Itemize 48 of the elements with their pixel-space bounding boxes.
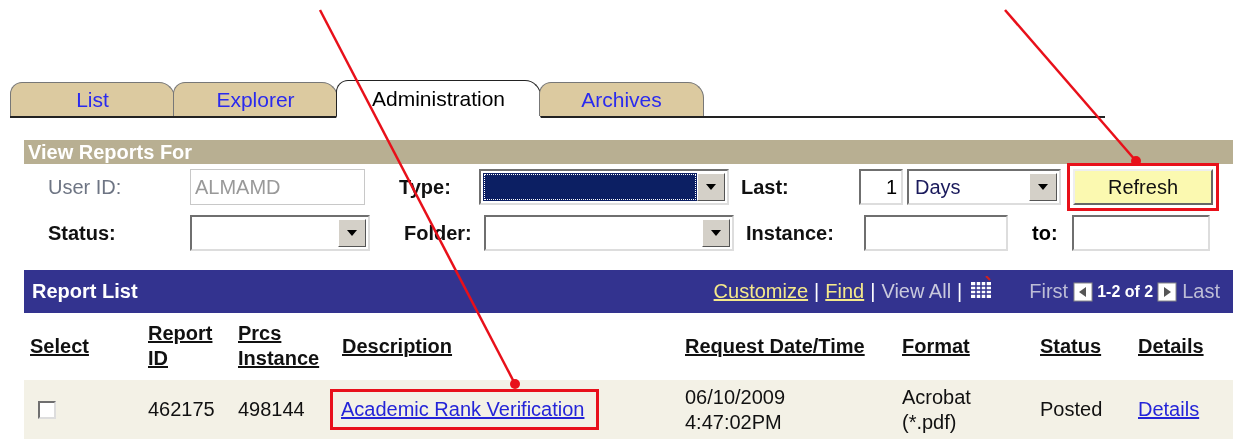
toolbar-link[interactable]: View All	[881, 280, 952, 303]
field-label: to:	[1031, 221, 1059, 245]
last-link[interactable]: Last	[1182, 280, 1220, 303]
separator: |	[814, 280, 820, 303]
dropdown-field[interactable]	[479, 169, 729, 205]
first-link[interactable]: First	[1029, 280, 1069, 303]
column-header[interactable]: Format	[902, 333, 1040, 359]
section-header: View Reports For	[24, 140, 1233, 164]
page-range: 1-2 of 2	[1097, 282, 1154, 301]
separator: |	[870, 280, 876, 303]
toolbar-link[interactable]: Customize	[713, 280, 809, 303]
tab[interactable]: Explorer	[173, 82, 338, 116]
dropdown-field[interactable]: Days	[907, 169, 1061, 205]
column-header[interactable]: Select	[30, 333, 148, 359]
dropdown-field[interactable]	[190, 215, 370, 251]
column-header[interactable]: Report ID	[148, 321, 228, 371]
column-header[interactable]: Description	[342, 333, 685, 359]
dropdown-arrow-icon	[347, 230, 357, 236]
separator: |	[957, 280, 963, 303]
details-link[interactable]: Details	[1138, 398, 1233, 421]
section-title: Report List	[32, 280, 139, 303]
column-header[interactable]: Request Date/Time	[685, 333, 902, 359]
dropdown-arrow-icon	[706, 184, 716, 190]
table-cell-text: 462175	[148, 397, 216, 422]
field-label: Instance:	[746, 221, 835, 245]
tab[interactable]: List	[10, 82, 175, 116]
column-header[interactable]: Prcs Instance	[238, 321, 336, 371]
tab[interactable]: Administration	[336, 80, 541, 118]
dropdown-field[interactable]	[484, 215, 734, 251]
table-cell-text: 06/10/2009 4:47:02PM	[685, 384, 787, 435]
field-label: Last:	[741, 175, 790, 199]
checkbox[interactable]	[38, 400, 56, 419]
report-link[interactable]: Academic Rank Verification	[341, 398, 585, 420]
refresh-button[interactable]: Refresh	[1073, 169, 1213, 205]
text-field[interactable]	[1071, 215, 1210, 251]
field-label: Status:	[48, 221, 117, 245]
number-field[interactable]: 1	[859, 169, 903, 205]
table-cell-text: 498144	[238, 397, 306, 422]
table-cell-text: Posted	[1040, 397, 1104, 422]
column-header[interactable]: Details	[1138, 333, 1233, 359]
toolbar-link[interactable]: Find	[825, 280, 865, 303]
dropdown-arrow-icon	[711, 230, 721, 236]
dropdown-arrow-icon	[1038, 184, 1048, 190]
table-cell-text: Acrobat (*.pdf)	[902, 384, 972, 435]
field-label: User ID:	[48, 175, 123, 199]
tab[interactable]: Archives	[539, 82, 704, 116]
text-field[interactable]	[864, 215, 1008, 251]
column-header[interactable]: Status	[1040, 333, 1138, 359]
